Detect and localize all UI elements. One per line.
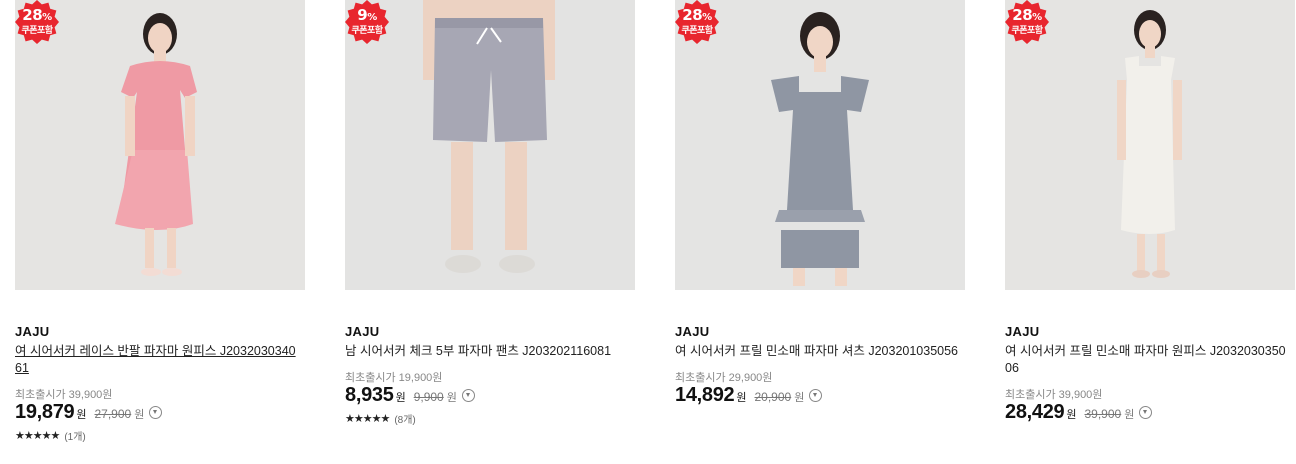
- price-info-icon[interactable]: [149, 406, 163, 419]
- product-card[interactable]: 28% 쿠폰포함 JAJU 여 시어서커 프릴 민소매 파자마 셔츠 J2032…: [675, 0, 965, 406]
- currency-label: 원: [794, 392, 805, 404]
- currency-label: 원: [1124, 409, 1135, 421]
- model-photo: [345, 0, 635, 290]
- brand-name[interactable]: JAJU: [345, 324, 379, 339]
- review-count: (8개): [394, 415, 416, 426]
- product-card[interactable]: 9% 쿠폰포함 JAJU 남 시어서커 체크 5부 파자마 팬츠 J203202…: [345, 0, 635, 426]
- review-count: (1개): [64, 432, 86, 443]
- sale-price: 19,879: [15, 401, 75, 423]
- star-rating-icon: ★★★★★: [345, 413, 390, 425]
- price-row: 14,892 원 20,900 원: [675, 384, 823, 407]
- product-name[interactable]: 남 시어서커 체크 5부 파자마 팬츠 J203202116081: [345, 343, 635, 360]
- model-photo: [15, 0, 305, 290]
- brand-name[interactable]: JAJU: [1005, 324, 1039, 339]
- brand-name[interactable]: JAJU: [15, 324, 49, 339]
- original-price-label: 최초출시가 39,900원: [15, 389, 113, 401]
- model-photo: [1005, 0, 1295, 290]
- currency-label: 원: [1066, 409, 1077, 421]
- original-price-label: 최초출시가 19,900원: [345, 372, 443, 384]
- price-info-icon[interactable]: [809, 389, 823, 402]
- original-price-label: 최초출시가 29,900원: [675, 372, 773, 384]
- product-image[interactable]: 28% 쿠폰포함: [1005, 0, 1295, 290]
- rating: ★★★★★ (1개): [15, 428, 86, 443]
- product-image[interactable]: 28% 쿠폰포함: [15, 0, 305, 290]
- currency-label: 원: [736, 392, 747, 404]
- rating: ★★★★★ (8개): [345, 411, 416, 426]
- original-price-label: 최초출시가 39,900원: [1005, 389, 1103, 401]
- product-card[interactable]: 28% 쿠폰포함 JAJU 여 시어서커 레이스 반팔 파자마 원피스 J203…: [15, 0, 305, 443]
- product-name[interactable]: 여 시어서커 프릴 민소매 파자마 원피스 J2032030350 06: [1005, 343, 1295, 377]
- price-info-icon[interactable]: [461, 389, 475, 402]
- product-image[interactable]: 28% 쿠폰포함: [675, 0, 965, 290]
- list-price: 20,900: [754, 390, 792, 404]
- list-price: 39,900: [1084, 407, 1122, 421]
- currency-label: 원: [76, 409, 87, 421]
- product-name[interactable]: 여 시어서커 레이스 반팔 파자마 원피스 J2032030340 61: [15, 343, 305, 377]
- price-row: 19,879 원 27,900 원: [15, 401, 163, 424]
- price-row: 8,935 원 9,900 원: [345, 384, 475, 407]
- brand-name[interactable]: JAJU: [675, 324, 709, 339]
- model-photo: [675, 0, 965, 290]
- list-price: 27,900: [94, 407, 132, 421]
- product-image[interactable]: 9% 쿠폰포함: [345, 0, 635, 290]
- list-price: 9,900: [413, 390, 444, 404]
- price-info-icon[interactable]: [1139, 406, 1153, 419]
- currency-label: 원: [395, 392, 406, 404]
- currency-label: 원: [134, 409, 145, 421]
- sale-price: 8,935: [345, 384, 394, 406]
- currency-label: 원: [446, 392, 457, 404]
- sale-price: 14,892: [675, 384, 735, 406]
- star-rating-icon: ★★★★★: [15, 430, 60, 442]
- sale-price: 28,429: [1005, 401, 1065, 423]
- price-row: 28,429 원 39,900 원: [1005, 401, 1153, 424]
- product-name[interactable]: 여 시어서커 프릴 민소매 파자마 셔츠 J203201035056: [675, 343, 965, 360]
- product-card[interactable]: 28% 쿠폰포함 JAJU 여 시어서커 프릴 민소매 파자마 원피스 J203…: [1005, 0, 1295, 423]
